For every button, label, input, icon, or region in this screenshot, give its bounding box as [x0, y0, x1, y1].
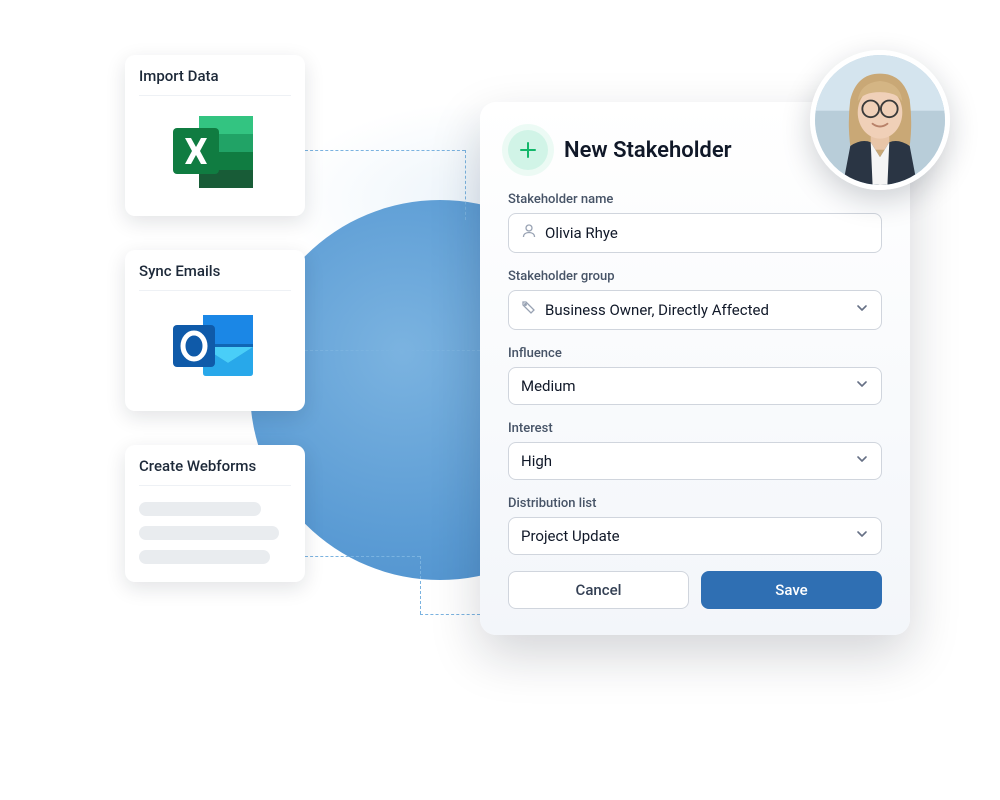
connector-line	[420, 614, 480, 615]
field-label-group: Stakeholder group	[508, 269, 882, 284]
distribution-list-select[interactable]: Project Update	[508, 517, 882, 555]
card-title: Create Webforms	[139, 457, 291, 486]
field-label-distribution: Distribution list	[508, 496, 882, 511]
tag-icon	[521, 300, 537, 320]
panel-title: New Stakeholder	[564, 138, 732, 163]
connector-line	[465, 150, 466, 220]
select-value: Medium	[521, 377, 576, 395]
plus-icon	[508, 130, 548, 170]
field-label-name: Stakeholder name	[508, 192, 882, 207]
card-title: Sync Emails	[139, 262, 291, 291]
webform-placeholder-lines	[139, 498, 291, 564]
influence-select[interactable]: Medium	[508, 367, 882, 405]
field-label-interest: Interest	[508, 421, 882, 436]
card-title: Import Data	[139, 67, 291, 96]
new-stakeholder-panel: New Stakeholder Stakeholder name Olivia …	[480, 102, 910, 635]
connector-line	[305, 350, 480, 351]
cancel-button[interactable]: Cancel	[508, 571, 689, 609]
connector-line	[420, 556, 421, 614]
chevron-down-icon	[855, 301, 869, 319]
excel-icon	[139, 108, 291, 198]
field-label-influence: Influence	[508, 346, 882, 361]
connector-line	[305, 150, 465, 151]
select-value: Project Update	[521, 527, 620, 545]
create-webforms-card[interactable]: Create Webforms	[125, 445, 305, 582]
import-data-card[interactable]: Import Data	[125, 55, 305, 216]
input-value: Olivia Rhye	[545, 224, 618, 242]
chevron-down-icon	[855, 452, 869, 470]
select-value: High	[521, 452, 552, 470]
connector-line	[305, 556, 420, 557]
stakeholder-group-select[interactable]: Business Owner, Directly Affected	[508, 290, 882, 330]
avatar	[810, 50, 950, 190]
user-icon	[521, 223, 537, 243]
chevron-down-icon	[855, 377, 869, 395]
interest-select[interactable]: High	[508, 442, 882, 480]
outlook-icon	[139, 303, 291, 393]
select-value: Business Owner, Directly Affected	[545, 301, 769, 319]
save-button[interactable]: Save	[701, 571, 882, 609]
stakeholder-name-input[interactable]: Olivia Rhye	[508, 213, 882, 253]
sync-emails-card[interactable]: Sync Emails	[125, 250, 305, 411]
chevron-down-icon	[855, 527, 869, 545]
